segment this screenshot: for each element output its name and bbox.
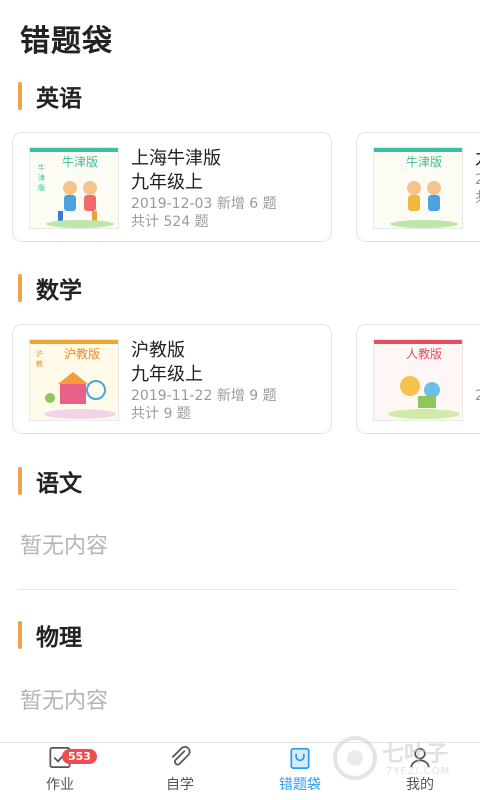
section-header-english: 英语 <box>18 81 82 112</box>
book-card-hujiao[interactable]: 沪教版 沪 教 沪教版 九年级上 2019-11-22 新增 9 题 共计 9 … <box>12 324 332 434</box>
book-cover-image: 人教版 <box>373 339 463 421</box>
cover-brand: 牛津版 <box>62 154 98 169</box>
svg-text:版: 版 <box>38 183 45 192</box>
book-card-renjiao[interactable]: 人教版 2 <box>356 324 480 434</box>
book-cover-image: 牛津版 牛 津 版 <box>29 147 119 229</box>
section-accent-bar <box>18 467 22 495</box>
book-total: 共计 9 题 <box>131 406 191 422</box>
tab-label: 自学 <box>166 777 194 793</box>
book-card-text: 上海牛津版 九年级上 2019-12-03 新增 6 题 共计 524 题 <box>131 147 277 231</box>
book-card-english-2[interactable]: 牛津版 九 2 共 <box>356 132 480 242</box>
book-update-line: 2019-12-03 新增 6 题 <box>131 195 277 213</box>
book-date: 2 <box>475 388 480 404</box>
svg-text:津: 津 <box>38 174 45 182</box>
bag-icon <box>290 747 310 770</box>
section-label: 语文 <box>36 471 82 497</box>
book-cover-image: 沪教版 沪 教 <box>29 339 119 421</box>
tab-homework[interactable]: 553 作业 <box>0 743 120 800</box>
book-grade: 九年级上 <box>131 364 203 385</box>
section-label: 数学 <box>36 278 82 304</box>
section-accent-bar <box>18 621 22 649</box>
book-update-line: 2019-11-22 新增 9 题 <box>131 387 277 405</box>
tab-self-study[interactable]: 自学 <box>120 743 240 800</box>
book-date: 2019-11-22 <box>131 388 213 404</box>
book-card-text: 九 2 共 <box>475 147 480 207</box>
book-grade: 九年级上 <box>131 172 203 193</box>
card-row-english[interactable]: 牛津版 牛 津 版 上海牛津版 九年级上 2019-12-03 新增 6 题 共… <box>12 132 480 244</box>
tab-label: 错题袋 <box>279 777 321 793</box>
section-label: 物理 <box>36 625 82 651</box>
section-header-chinese: 语文 <box>18 466 82 497</box>
book-total: 共 <box>475 189 480 207</box>
section-label: 英语 <box>36 86 82 112</box>
svg-text:教: 教 <box>36 359 43 368</box>
book-title: 沪教版 <box>131 340 185 361</box>
book-card-text: 沪教版 九年级上 2019-11-22 新增 9 题 共计 9 题 <box>131 339 277 423</box>
book-date: 2 <box>475 172 480 188</box>
section-header-physics: 物理 <box>18 620 82 651</box>
empty-state-text: 暂无内容 <box>20 534 109 559</box>
watermark-logo: 七叶子 7YEZI.COM <box>330 730 470 790</box>
section-accent-bar <box>18 274 22 302</box>
book-added: 新增 9 题 <box>216 388 277 404</box>
book-added: 新增 6 题 <box>216 196 277 212</box>
page-title: 错题袋 <box>20 24 113 59</box>
tab-label: 作业 <box>46 777 74 793</box>
book-card-text: 2 <box>475 339 480 405</box>
homework-badge: 553 <box>62 749 97 764</box>
cover-brand: 沪教版 <box>64 346 100 361</box>
book-title: 九 <box>475 147 480 171</box>
watermark-subtext: 7YEZI.COM <box>386 766 451 777</box>
book-total: 共计 524 题 <box>131 214 209 230</box>
book-title: 上海牛津版 <box>131 148 221 169</box>
section-header-math: 数学 <box>18 273 82 304</box>
cover-brand: 人教版 <box>406 346 442 361</box>
leaf-logo-icon <box>333 736 377 780</box>
book-cover-image: 牛津版 <box>373 147 463 229</box>
svg-text:牛: 牛 <box>38 163 45 172</box>
svg-text:沪: 沪 <box>36 349 43 358</box>
cover-brand: 牛津版 <box>406 154 442 169</box>
book-date: 2019-12-03 <box>131 196 213 212</box>
section-accent-bar <box>18 82 22 110</box>
paperclip-icon <box>171 746 191 766</box>
book-card-shanghai-oxford[interactable]: 牛津版 牛 津 版 上海牛津版 九年级上 2019-12-03 新增 6 题 共… <box>12 132 332 242</box>
divider <box>18 589 458 590</box>
watermark-text: 七叶子 <box>382 742 449 767</box>
empty-state-text: 暂无内容 <box>20 689 109 714</box>
card-row-math[interactable]: 沪教版 沪 教 沪教版 九年级上 2019-11-22 新增 9 题 共计 9 … <box>12 324 480 436</box>
